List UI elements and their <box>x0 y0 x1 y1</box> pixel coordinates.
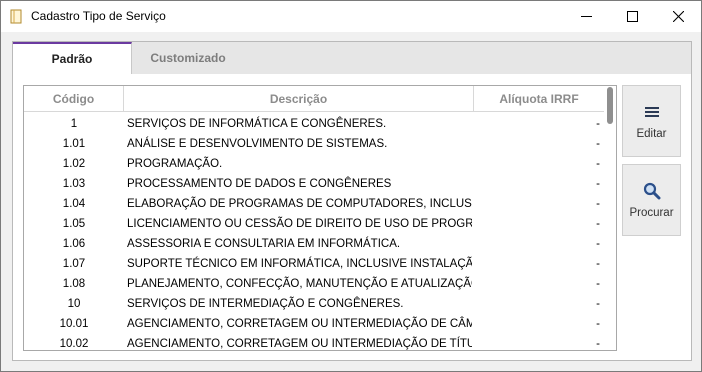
title-bar: Cadastro Tipo de Serviço <box>1 1 701 32</box>
table-row[interactable]: 10.01 AGENCIAMENTO, CORRETAGEM OU INTERM… <box>24 314 604 334</box>
cell-codigo: 10 <box>67 298 81 310</box>
maximize-icon <box>626 11 638 22</box>
cell-aliquota: - <box>596 158 600 170</box>
column-header-aliquota-irrf[interactable]: Alíquota IRRF <box>474 86 604 111</box>
cell-aliquota: - <box>596 318 600 330</box>
cell-aliquota: - <box>596 298 600 310</box>
cell-aliquota: - <box>596 198 600 210</box>
cell-aliquota: - <box>596 258 600 270</box>
cell-codigo: 1.08 <box>62 278 86 290</box>
cell-codigo: 1.02 <box>62 158 86 170</box>
cell-descricao: PLANEJAMENTO, CONFECÇÃO, MANUTENÇÃO E AT… <box>127 278 472 290</box>
table-row[interactable]: 10 SERVIÇOS DE INTERMEDIAÇÃO E CONGÊNERE… <box>24 294 604 314</box>
cell-descricao: AGENCIAMENTO, CORRETAGEM OU INTERMEDIAÇÃ… <box>127 338 472 350</box>
minimize-button[interactable] <box>563 1 609 32</box>
document-icon <box>10 9 22 24</box>
table-row[interactable]: 1.04 ELABORAÇÃO DE PROGRAMAS DE COMPUTAD… <box>24 194 604 214</box>
cell-aliquota: - <box>596 178 600 190</box>
tab-customizado[interactable]: Customizado <box>133 42 243 74</box>
table-row[interactable]: 1.07 SUPORTE TÉCNICO EM INFORMÁTICA, INC… <box>24 254 604 274</box>
cell-aliquota: - <box>596 238 600 250</box>
cell-descricao: ASSESSORIA E CONSULTARIA EM INFORMÁTICA. <box>127 238 401 250</box>
table-row[interactable]: 10.02 AGENCIAMENTO, CORRETAGEM OU INTERM… <box>24 334 604 350</box>
table-row[interactable]: 1.05 LICENCIAMENTO OU CESSÃO DE DIREITO … <box>24 214 604 234</box>
edit-button[interactable]: Editar <box>622 85 681 157</box>
grid-header: Código Descrição Alíquota IRRF <box>24 86 616 112</box>
cell-aliquota: - <box>596 338 600 350</box>
cell-aliquota: - <box>596 278 600 290</box>
table-row[interactable]: 1.02 PROGRAMAÇÃO. - <box>24 154 604 174</box>
window-title: Cadastro Tipo de Serviço <box>31 9 166 23</box>
cell-descricao: PROCESSAMENTO DE DADOS E CONGÊNERES <box>127 178 392 190</box>
cell-descricao: SUPORTE TÉCNICO EM INFORMÁTICA, INCLUSIV… <box>127 258 472 270</box>
maximize-button[interactable] <box>609 1 655 32</box>
table-row[interactable]: 1.08 PLANEJAMENTO, CONFECÇÃO, MANUTENÇÃO… <box>24 274 604 294</box>
menu-lines-icon <box>642 102 662 122</box>
window: Cadastro Tipo de Serviço Padrão Customiz… <box>0 0 702 372</box>
cell-aliquota: - <box>596 218 600 230</box>
search-button-label: Procurar <box>629 207 674 219</box>
table-row[interactable]: 1 SERVIÇOS DE INFORMÁTICA E CONGÊNERES. … <box>24 114 604 134</box>
grid-rows: 1 SERVIÇOS DE INFORMÁTICA E CONGÊNERES. … <box>24 114 604 350</box>
column-header-codigo[interactable]: Código <box>24 86 124 111</box>
cell-codigo: 10.02 <box>59 338 89 350</box>
cell-aliquota: - <box>596 138 600 150</box>
tab-padrao[interactable]: Padrão <box>13 42 132 74</box>
table-row[interactable]: 1.06 ASSESSORIA E CONSULTARIA EM INFORMÁ… <box>24 234 604 254</box>
cell-descricao: ANÁLISE E DESENVOLVIMENTO DE SISTEMAS. <box>127 138 388 150</box>
table-row[interactable]: 1.01 ANÁLISE E DESENVOLVIMENTO DE SISTEM… <box>24 134 604 154</box>
cell-aliquota: - <box>596 118 600 130</box>
search-button[interactable]: Procurar <box>622 164 681 236</box>
cell-descricao: PROGRAMAÇÃO. <box>127 158 223 170</box>
magnifier-icon <box>642 181 662 201</box>
cell-codigo: 1.06 <box>62 238 86 250</box>
cell-descricao: SERVIÇOS DE INFORMÁTICA E CONGÊNERES. <box>127 118 387 130</box>
cell-codigo: 1.07 <box>62 258 86 270</box>
tab-panel-padrao: Código Descrição Alíquota IRRF 1 SERVIÇO… <box>13 74 691 360</box>
cell-descricao: SERVIÇOS DE INTERMEDIAÇÃO E CONGÊNERES. <box>127 298 404 310</box>
cell-codigo: 1.05 <box>62 218 86 230</box>
cell-descricao: LICENCIAMENTO OU CESSÃO DE DIREITO DE US… <box>127 218 472 230</box>
edit-button-label: Editar <box>636 128 667 140</box>
row-cut-line <box>24 350 604 351</box>
tab-control: Padrão Customizado Código Descrição Alíq… <box>12 41 692 361</box>
close-button[interactable] <box>655 1 701 32</box>
table-row[interactable]: 1.03 PROCESSAMENTO DE DADOS E CONGÊNERES… <box>24 174 604 194</box>
cell-codigo: 1.01 <box>62 138 86 150</box>
cell-codigo: 1 <box>70 118 78 130</box>
cell-descricao: AGENCIAMENTO, CORRETAGEM OU INTERMEDIAÇÃ… <box>127 318 472 330</box>
vertical-scrollbar[interactable] <box>604 87 616 350</box>
minimize-icon <box>580 16 592 17</box>
cell-descricao: ELABORAÇÃO DE PROGRAMAS DE COMPUTADORES,… <box>127 198 472 210</box>
column-header-descricao[interactable]: Descrição <box>124 86 474 111</box>
service-type-grid[interactable]: Código Descrição Alíquota IRRF 1 SERVIÇO… <box>23 85 617 351</box>
scrollbar-thumb[interactable] <box>607 87 613 124</box>
cell-codigo: 10.01 <box>59 318 89 330</box>
cell-codigo: 1.03 <box>62 178 86 190</box>
close-icon <box>672 11 684 22</box>
cell-codigo: 1.04 <box>62 198 86 210</box>
